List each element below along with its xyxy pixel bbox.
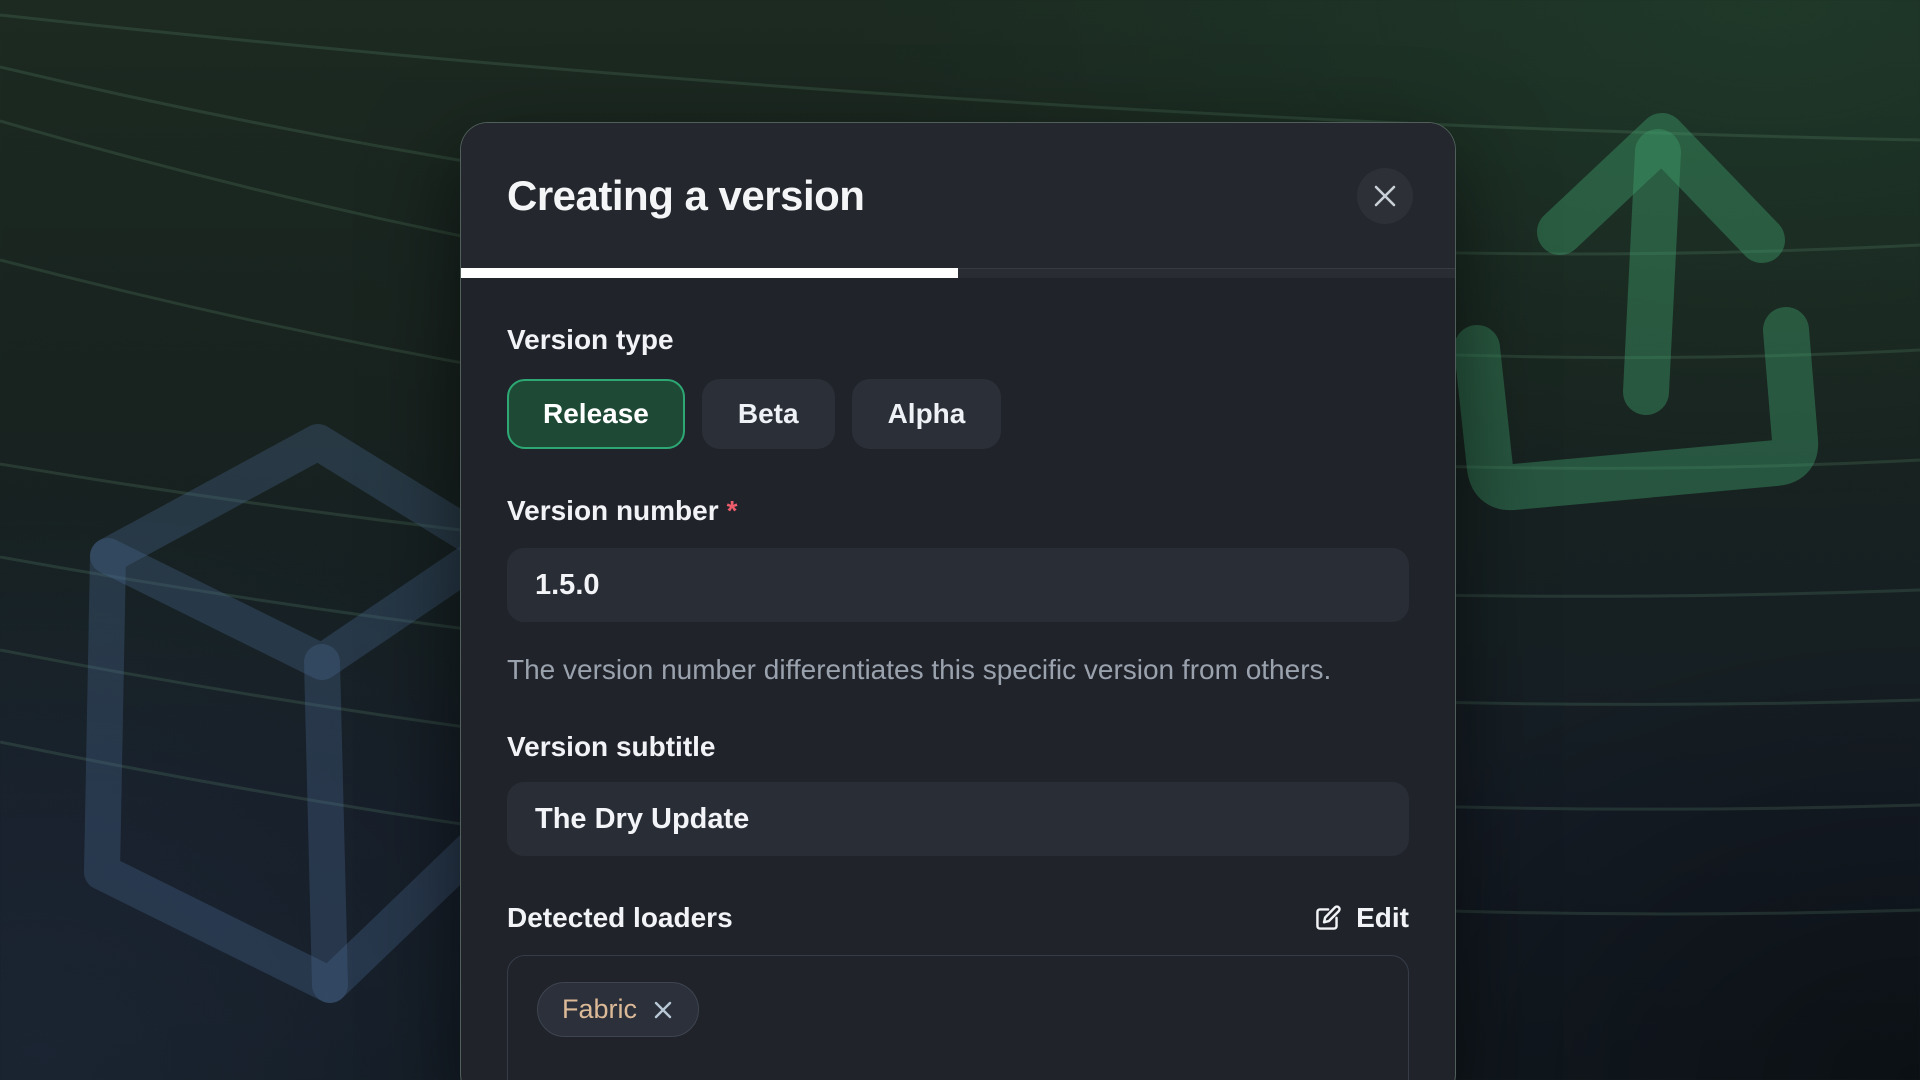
- upload-arrow-icon: [1477, 136, 1795, 487]
- version-number-help: The version number differentiates this s…: [507, 648, 1387, 692]
- detected-loaders-box: Fabric: [507, 955, 1409, 1080]
- close-button[interactable]: [1357, 168, 1413, 224]
- version-number-label: Version number: [507, 494, 719, 528]
- version-number-input[interactable]: [507, 548, 1409, 622]
- detected-loaders-row: Detected loaders Edit: [507, 901, 1409, 935]
- modal-body: Version type Release Beta Alpha Version …: [461, 323, 1455, 1080]
- required-asterisk: *: [727, 494, 738, 528]
- remove-x-icon: [652, 999, 674, 1021]
- version-type-options: Release Beta Alpha: [507, 379, 1409, 449]
- edit-label: Edit: [1356, 902, 1409, 934]
- version-type-release-button[interactable]: Release: [507, 379, 685, 449]
- version-subtitle-input[interactable]: [507, 782, 1409, 856]
- loader-chip-label: Fabric: [562, 994, 637, 1025]
- version-number-label-row: Version number *: [507, 494, 1409, 528]
- version-type-beta-button[interactable]: Beta: [702, 379, 835, 449]
- version-type-label: Version type: [507, 323, 1409, 357]
- progress-bar: [461, 268, 1455, 278]
- wireframe-cube-icon: [102, 442, 490, 985]
- progress-fill: [461, 268, 958, 278]
- modal-title: Creating a version: [507, 172, 864, 220]
- edit-loaders-button[interactable]: Edit: [1312, 902, 1409, 934]
- remove-loader-button[interactable]: [652, 999, 674, 1021]
- version-subtitle-label: Version subtitle: [507, 730, 1409, 764]
- pencil-square-icon: [1312, 903, 1343, 934]
- version-type-alpha-button[interactable]: Alpha: [852, 379, 1002, 449]
- close-icon: [1372, 183, 1398, 209]
- detected-loaders-label: Detected loaders: [507, 901, 733, 935]
- loader-chip-fabric: Fabric: [537, 982, 699, 1037]
- creating-version-modal: Creating a version Version type Release …: [460, 122, 1456, 1080]
- modal-header: Creating a version: [461, 123, 1455, 268]
